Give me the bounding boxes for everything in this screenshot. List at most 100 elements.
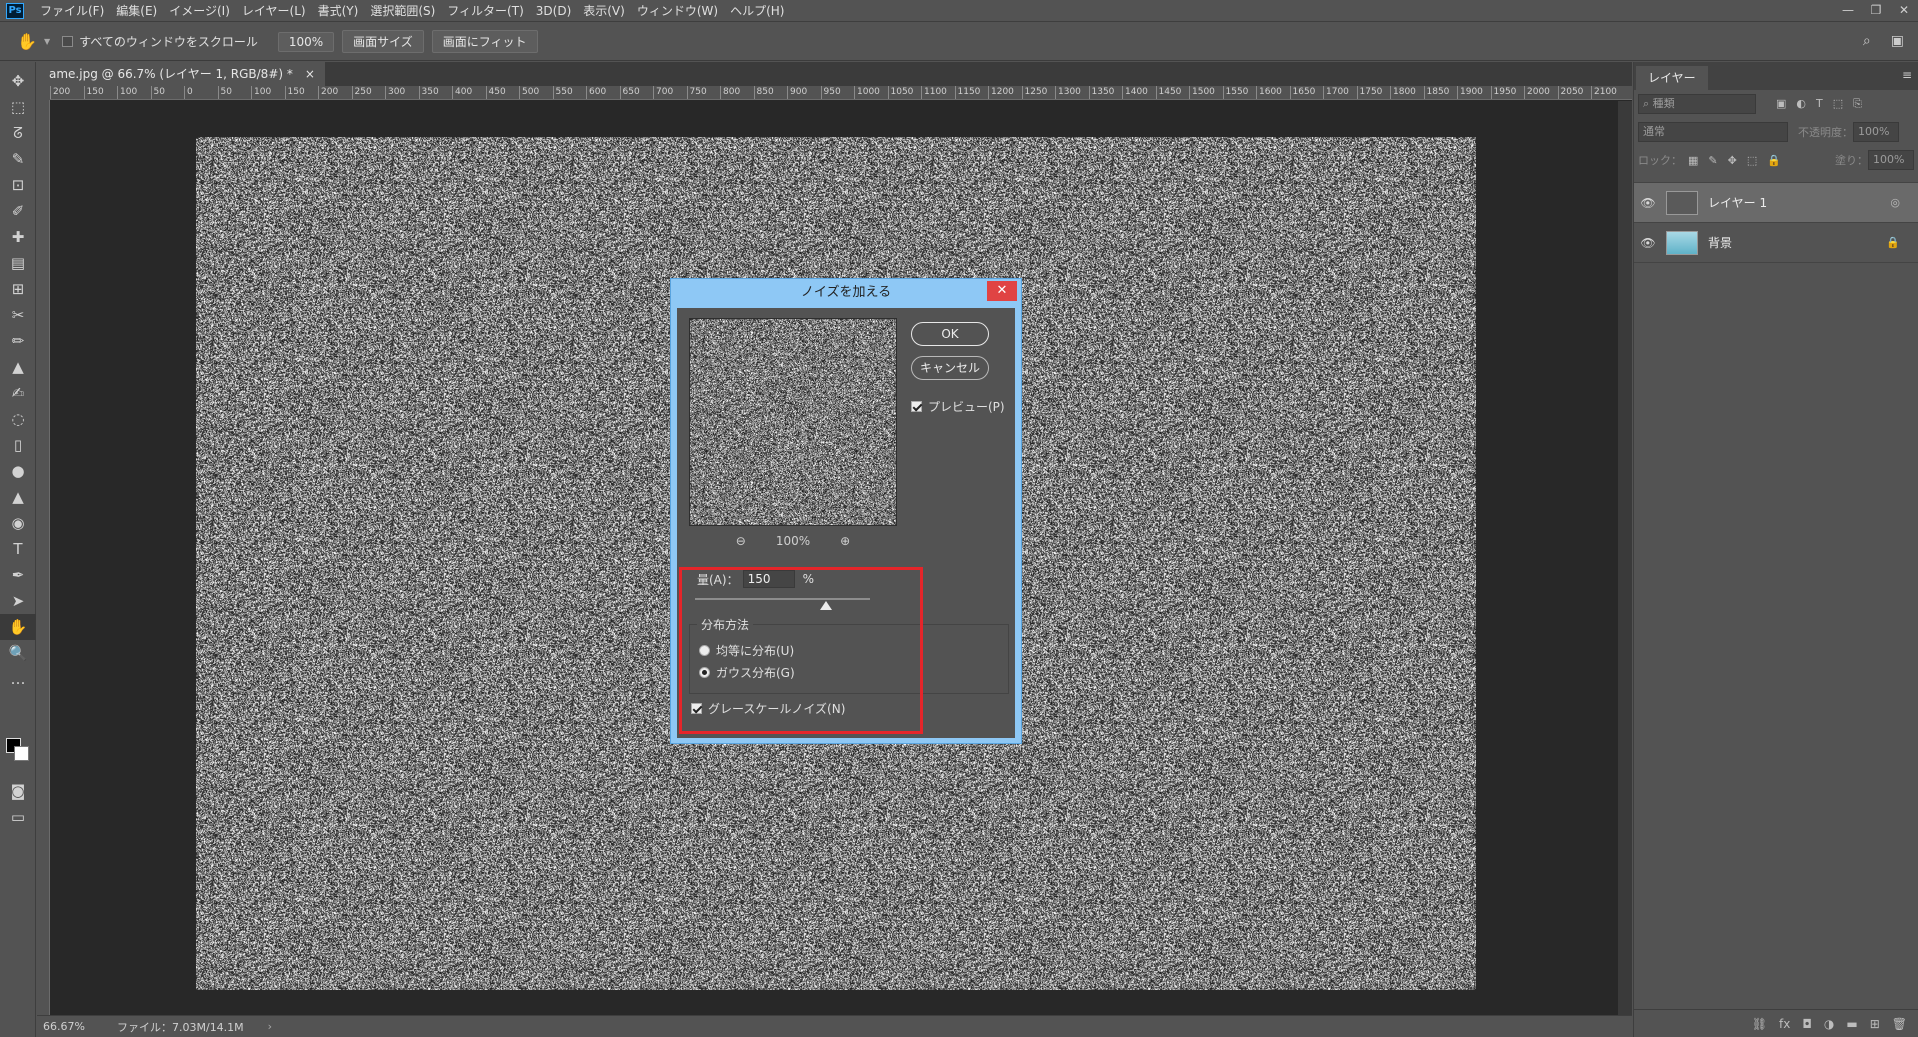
tab-layers[interactable]: レイヤー: [1636, 66, 1708, 90]
layer-row[interactable]: 👁 背景 🔒: [1634, 223, 1918, 263]
tool-icon[interactable]: ●: [0, 458, 36, 484]
layer-name[interactable]: レイヤー 1: [1708, 194, 1767, 211]
tool-icon[interactable]: ▯: [0, 432, 36, 458]
uniform-radio[interactable]: [699, 645, 710, 656]
fill-screen-button[interactable]: 画面サイズ: [342, 30, 424, 53]
tool-icon[interactable]: ✂: [0, 302, 36, 328]
menu-item[interactable]: ウィンドウ(W): [631, 0, 724, 22]
dialog-close-button[interactable]: ✕: [987, 281, 1017, 301]
tool-icon[interactable]: ⊡: [0, 172, 36, 198]
filter-type-icon[interactable]: ▣: [1776, 97, 1786, 111]
filter-type-icon[interactable]: ⎘: [1853, 97, 1862, 111]
background-color-swatch[interactable]: [14, 746, 29, 761]
fill-input[interactable]: 100%: [1868, 150, 1914, 170]
filter-type-icon[interactable]: ◐: [1796, 97, 1806, 111]
zoom-in-icon[interactable]: ⊕: [840, 534, 850, 548]
filter-type-icon[interactable]: ⬚: [1833, 97, 1843, 111]
tool-icon[interactable]: ᘔ: [0, 120, 36, 146]
uniform-radio-row[interactable]: 均等に分布(U): [699, 642, 794, 659]
amount-slider-thumb[interactable]: [820, 601, 832, 610]
opacity-input[interactable]: 100%: [1853, 122, 1899, 142]
layer-name[interactable]: 背景: [1708, 234, 1732, 251]
status-zoom[interactable]: 66.67%: [37, 1020, 97, 1033]
panel-footer-icon[interactable]: ⛓: [1752, 1017, 1767, 1031]
layer-filter-dropdown[interactable]: ⌕ 種類: [1638, 94, 1756, 114]
tool-icon[interactable]: ✒: [0, 562, 36, 588]
menu-item[interactable]: ファイル(F): [34, 0, 110, 22]
fit-screen-button[interactable]: 画面にフィット: [432, 30, 538, 53]
screen-mode-icon[interactable]: ▭: [0, 804, 36, 830]
menu-item[interactable]: 選択範囲(S): [364, 0, 441, 22]
color-swatches[interactable]: [0, 732, 36, 772]
eye-icon[interactable]: 👁: [1634, 236, 1662, 250]
tool-icon[interactable]: …: [0, 666, 36, 692]
close-window-button[interactable]: ✕: [1890, 0, 1918, 20]
close-tab-icon[interactable]: ×: [305, 62, 315, 86]
gaussian-radio[interactable]: [699, 667, 710, 678]
panel-footer-icon[interactable]: ⊞: [1870, 1017, 1880, 1031]
panel-footer-icon[interactable]: 🗑: [1892, 1017, 1907, 1031]
chevron-down-icon[interactable]: ▼: [44, 37, 50, 46]
lock-option-icon[interactable]: ▦: [1688, 154, 1698, 167]
tool-icon[interactable]: ✎: [0, 146, 36, 172]
zoom-out-icon[interactable]: ⊖: [736, 534, 746, 548]
tool-icon[interactable]: ✏: [0, 328, 36, 354]
tool-icon[interactable]: ⬚: [0, 94, 36, 120]
preview-checkbox-row[interactable]: プレビュー(P): [911, 398, 1005, 415]
search-icon[interactable]: ⌕: [1863, 33, 1871, 49]
grayscale-checkbox[interactable]: [691, 703, 702, 714]
menu-item[interactable]: ヘルプ(H): [724, 0, 790, 22]
panel-footer-icon[interactable]: ▬: [1846, 1017, 1857, 1031]
gaussian-radio-row[interactable]: ガウス分布(G): [699, 664, 795, 681]
minimize-button[interactable]: —: [1834, 0, 1862, 20]
lock-option-icon[interactable]: ⬚: [1747, 154, 1757, 167]
tool-icon[interactable]: ✐: [0, 198, 36, 224]
tool-icon[interactable]: ➤: [0, 588, 36, 614]
tool-icon[interactable]: ✍: [0, 380, 36, 406]
menu-item[interactable]: 3D(D): [530, 0, 577, 22]
menu-item[interactable]: 表示(V): [577, 0, 631, 22]
panel-footer-icon[interactable]: ◑: [1824, 1017, 1834, 1031]
grayscale-checkbox-row[interactable]: グレースケールノイズ(N): [691, 700, 845, 717]
amount-input[interactable]: 150: [743, 570, 795, 588]
eye-icon[interactable]: 👁: [1634, 196, 1662, 210]
restore-button[interactable]: ❐: [1862, 0, 1890, 20]
menu-item[interactable]: イメージ(I): [163, 0, 236, 22]
menu-item[interactable]: 編集(E): [110, 0, 163, 22]
document-tab[interactable]: ame.jpg @ 66.7% (レイヤー 1, RGB/8#) * ×: [37, 62, 325, 86]
filter-type-icon[interactable]: T: [1816, 97, 1823, 111]
panel-footer-icon[interactable]: ◘: [1802, 1017, 1812, 1031]
hand-tool-preset-icon[interactable]: ✋: [10, 28, 44, 56]
tool-icon[interactable]: ✚: [0, 224, 36, 250]
blend-mode-dropdown[interactable]: 通常: [1638, 122, 1788, 142]
panel-menu-icon[interactable]: ≡: [1902, 68, 1912, 82]
tool-icon[interactable]: ✋: [0, 614, 36, 640]
chevron-right-icon[interactable]: ›: [268, 1020, 272, 1033]
panel-footer-icon[interactable]: fx: [1779, 1017, 1790, 1031]
tool-icon[interactable]: 🔍: [0, 640, 36, 666]
zoom-100-button[interactable]: 100%: [278, 32, 334, 52]
lock-option-icon[interactable]: ✥: [1728, 154, 1737, 167]
cancel-button[interactable]: キャンセル: [911, 356, 989, 380]
workspace-icon[interactable]: ▣: [1891, 33, 1904, 49]
tool-icon[interactable]: ✥: [0, 68, 36, 94]
tool-icon[interactable]: ⊞: [0, 276, 36, 302]
vertical-scrollbar[interactable]: [1618, 101, 1632, 1021]
tool-icon[interactable]: ▲: [0, 484, 36, 510]
tool-icon[interactable]: T: [0, 536, 36, 562]
layer-row[interactable]: 👁 レイヤー 1 ◎: [1634, 183, 1918, 223]
tool-icon[interactable]: ▲: [0, 354, 36, 380]
tool-icon[interactable]: ◌: [0, 406, 36, 432]
menu-item[interactable]: フィルター(T): [441, 0, 529, 22]
amount-slider-track[interactable]: [695, 598, 870, 600]
dialog-titlebar[interactable]: ノイズを加える ✕: [671, 279, 1021, 307]
filter-preview[interactable]: [689, 318, 897, 526]
scroll-all-windows-checkbox[interactable]: [62, 36, 73, 47]
menu-item[interactable]: レイヤー(L): [236, 0, 312, 22]
lock-option-icon[interactable]: 🔒: [1767, 154, 1781, 167]
tool-icon[interactable]: ▤: [0, 250, 36, 276]
ok-button[interactable]: OK: [911, 322, 989, 346]
menu-item[interactable]: 書式(Y): [312, 0, 365, 22]
tool-icon[interactable]: ◉: [0, 510, 36, 536]
quick-mask-icon[interactable]: ◙: [0, 778, 36, 804]
